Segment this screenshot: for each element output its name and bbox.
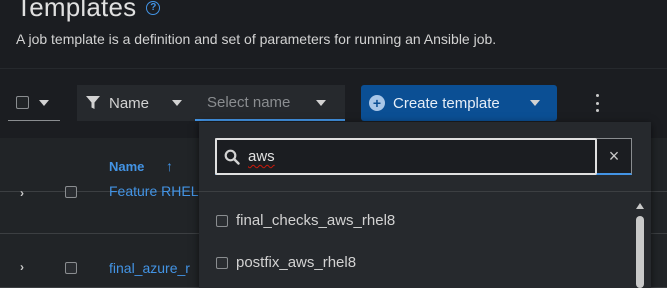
column-header-name[interactable]: Name <box>109 159 144 174</box>
bulk-select-toggle[interactable] <box>8 85 60 121</box>
filter-value-placeholder: Select name <box>207 93 291 111</box>
kebab-menu-icon[interactable] <box>594 94 600 112</box>
create-template-label: Create template <box>393 94 500 112</box>
scroll-up-arrow-icon[interactable] <box>636 203 644 209</box>
title-row: Templates ? <box>16 0 161 23</box>
filter-icon <box>86 96 100 109</box>
create-template-button[interactable]: + Create template <box>361 85 557 121</box>
kebab-dot <box>595 94 599 97</box>
search-input[interactable]: aws <box>215 138 597 175</box>
scrollbar-thumb[interactable] <box>636 216 644 288</box>
page-description: A job template is a definition and set o… <box>16 31 497 47</box>
select-all-checkbox[interactable] <box>16 96 29 109</box>
sort-ascending-icon[interactable]: ↑ <box>166 158 173 174</box>
search-value: aws <box>248 148 275 165</box>
expand-row-icon[interactable]: › <box>20 186 24 200</box>
search-icon <box>224 149 240 165</box>
chevron-down-icon <box>316 100 326 106</box>
filter-attribute-label: Name <box>109 94 150 112</box>
menu-option[interactable]: postfix_aws_rhel8 <box>216 254 356 271</box>
filter-attribute-select[interactable]: Name <box>77 85 195 121</box>
plus-circle-icon: + <box>369 95 385 111</box>
option-checkbox[interactable] <box>216 256 228 269</box>
option-label: final_checks_aws_rhel8 <box>236 212 396 229</box>
clear-search-button[interactable]: × <box>599 141 629 171</box>
row-checkbox[interactable] <box>65 262 77 274</box>
chevron-down-icon <box>172 100 182 106</box>
page-header: Templates ? A job template is a definiti… <box>0 0 667 68</box>
option-label: postfix_aws_rhel8 <box>236 254 357 271</box>
template-name-link[interactable]: Feature RHEL <box>109 183 198 199</box>
menu-divider <box>199 191 651 192</box>
help-icon[interactable]: ? <box>146 0 161 15</box>
expand-row-icon[interactable]: › <box>20 260 24 274</box>
option-checkbox[interactable] <box>216 214 228 227</box>
template-name-link[interactable]: final_azure_r <box>109 260 190 276</box>
page-title: Templates <box>16 0 137 22</box>
kebab-dot <box>595 101 599 105</box>
row-checkbox[interactable] <box>65 186 77 198</box>
filter-value-select[interactable]: Select name <box>195 85 345 121</box>
chevron-down-icon <box>39 99 49 106</box>
kebab-dot <box>595 109 599 112</box>
menu-option[interactable]: final_checks_aws_rhel8 <box>216 212 395 229</box>
chevron-down-icon <box>530 100 540 106</box>
